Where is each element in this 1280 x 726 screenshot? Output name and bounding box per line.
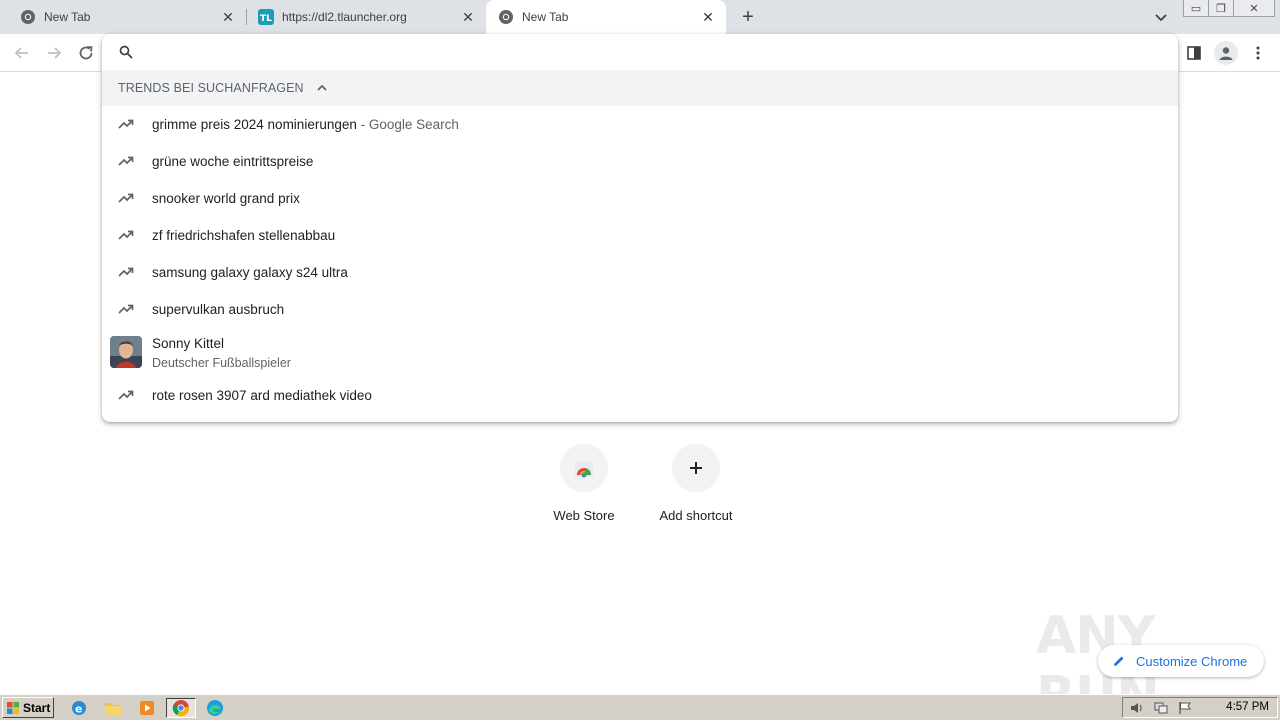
tab-new-tab-1[interactable]: New Tab ✕	[0, 0, 246, 34]
tlauncher-icon: TL	[258, 9, 274, 25]
clock[interactable]: 4:57 PM	[1226, 701, 1269, 713]
suggestion-item[interactable]: zf friedrichshafen stellenabbau	[102, 217, 1178, 254]
suggestion-item[interactable]: grimme preis 2024 nominierungen - Google…	[102, 106, 1178, 143]
suggestion-text: samsung galaxy galaxy s24 ultra	[152, 265, 348, 280]
menu-button[interactable]	[1247, 42, 1269, 64]
ie-taskbar-button[interactable]: e	[68, 698, 90, 718]
plus-icon	[672, 444, 720, 492]
tab-title: New Tab	[522, 10, 569, 24]
shortcut-web-store[interactable]: Web Store	[528, 444, 640, 534]
omnibox[interactable]	[102, 34, 1178, 70]
suggestion-item[interactable]: supervulkan ausbruch	[102, 291, 1178, 328]
tab-new-tab-active[interactable]: New Tab ✕	[486, 0, 726, 34]
media-player-taskbar-button[interactable]	[136, 698, 158, 718]
action-center-flag-icon[interactable]	[1177, 701, 1193, 715]
suggestion-text: snooker world grand prix	[152, 191, 300, 206]
media-player-icon	[140, 701, 154, 715]
tab-title: https://dl2.tlauncher.org	[282, 10, 407, 24]
trending-header[interactable]: TRENDS BEI SUCHANFRAGEN	[102, 70, 1178, 106]
start-button[interactable]: Start	[2, 697, 54, 718]
edge-taskbar-button[interactable]	[204, 698, 226, 718]
tab-title: New Tab	[44, 10, 91, 24]
explorer-taskbar-button[interactable]	[102, 698, 124, 718]
trending-up-icon	[118, 156, 134, 166]
profile-avatar-button[interactable]	[1214, 41, 1238, 65]
shortcut-add[interactable]: Add shortcut	[640, 444, 752, 534]
new-tab-button[interactable]: +	[737, 6, 759, 28]
tab-tlauncher[interactable]: TL https://dl2.tlauncher.org ✕	[246, 0, 486, 34]
svg-text:e: e	[75, 703, 82, 716]
close-window-button[interactable]: ✕	[1233, 0, 1275, 17]
more-vert-icon	[1256, 46, 1260, 60]
trending-up-icon	[118, 390, 134, 400]
reload-button[interactable]	[75, 42, 97, 64]
suggestion-suffix: - Google Search	[356, 117, 459, 132]
side-panel-icon	[1187, 46, 1201, 60]
chrome-icon	[498, 9, 514, 25]
minimize-button[interactable]: ▭	[1183, 0, 1209, 17]
entity-title: Sonny Kittel	[152, 336, 225, 351]
customize-chrome-button[interactable]: Customize Chrome	[1098, 645, 1264, 677]
chevron-up-icon[interactable]	[316, 82, 328, 94]
entity-thumbnail	[110, 336, 142, 368]
svg-text:TL: TL	[260, 14, 272, 24]
shortcut-label: Web Store	[553, 508, 615, 523]
suggestion-item[interactable]: snooker world grand prix	[102, 180, 1178, 217]
suggestion-text: supervulkan ausbruch	[152, 302, 285, 317]
trending-up-icon	[118, 267, 134, 277]
restore-button[interactable]: ❐	[1208, 0, 1234, 17]
customize-label: Customize Chrome	[1136, 653, 1248, 669]
folder-icon	[105, 703, 121, 715]
omnibox-input[interactable]	[146, 40, 1146, 64]
suggestion-text: grüne woche eintrittspreise	[152, 154, 314, 169]
pencil-icon	[1114, 656, 1124, 666]
person-icon	[1219, 47, 1233, 60]
tab-strip: New Tab ✕ TL https://dl2.tlauncher.org ✕…	[0, 0, 1280, 34]
entity-subtitle: Deutscher Fußballspieler	[152, 356, 291, 370]
trending-header-label: TRENDS BEI SUCHANFRAGEN	[118, 81, 304, 95]
taskbar: Start e 4:57 PM	[0, 694, 1280, 720]
network-icon[interactable]	[1153, 701, 1169, 715]
suggestion-text: rote rosen 3907 ard mediathek video	[152, 388, 372, 403]
forward-arrow-icon	[48, 47, 62, 59]
chrome-icon	[20, 9, 36, 25]
entity-suggestion[interactable]: Sonny Kittel Deutscher Fußballspieler	[102, 334, 1178, 374]
trending-up-icon	[118, 119, 134, 129]
suggestion-text: zf friedrichshafen stellenabbau	[152, 228, 336, 243]
windows-flag-icon	[7, 701, 19, 714]
suggestion-item[interactable]: samsung galaxy galaxy s24 ultra	[102, 254, 1178, 291]
close-icon[interactable]: ✕	[220, 9, 236, 25]
chrome-icon	[172, 700, 190, 717]
system-tray: 4:57 PM	[1122, 697, 1278, 718]
suggestion-item[interactable]: rote rosen 3907 ard mediathek video	[102, 377, 1178, 414]
edge-icon	[207, 700, 223, 716]
web-store-icon	[560, 444, 608, 492]
trending-up-icon	[118, 193, 134, 203]
reload-icon	[79, 46, 93, 60]
search-icon	[119, 45, 133, 59]
internet-explorer-icon: e	[72, 701, 86, 716]
chevron-down-icon[interactable]	[1152, 8, 1170, 26]
omnibox-dropdown: TRENDS BEI SUCHANFRAGEN grimme preis 202…	[102, 34, 1178, 422]
back-button[interactable]	[11, 42, 33, 64]
side-panel-button[interactable]	[1183, 42, 1205, 64]
volume-icon[interactable]	[1129, 701, 1145, 715]
close-icon[interactable]: ✕	[460, 9, 476, 25]
start-label: Start	[23, 700, 51, 715]
close-icon[interactable]: ✕	[700, 9, 716, 25]
suggestion-item[interactable]: grüne woche eintrittspreise	[102, 143, 1178, 180]
suggestion-text: grimme preis 2024 nominierungen	[152, 117, 357, 132]
chrome-taskbar-button[interactable]	[166, 698, 196, 718]
shortcut-label: Add shortcut	[659, 508, 733, 523]
forward-button[interactable]	[43, 42, 65, 64]
back-arrow-icon	[14, 47, 28, 59]
trending-up-icon	[118, 230, 134, 240]
trending-up-icon	[118, 304, 134, 314]
